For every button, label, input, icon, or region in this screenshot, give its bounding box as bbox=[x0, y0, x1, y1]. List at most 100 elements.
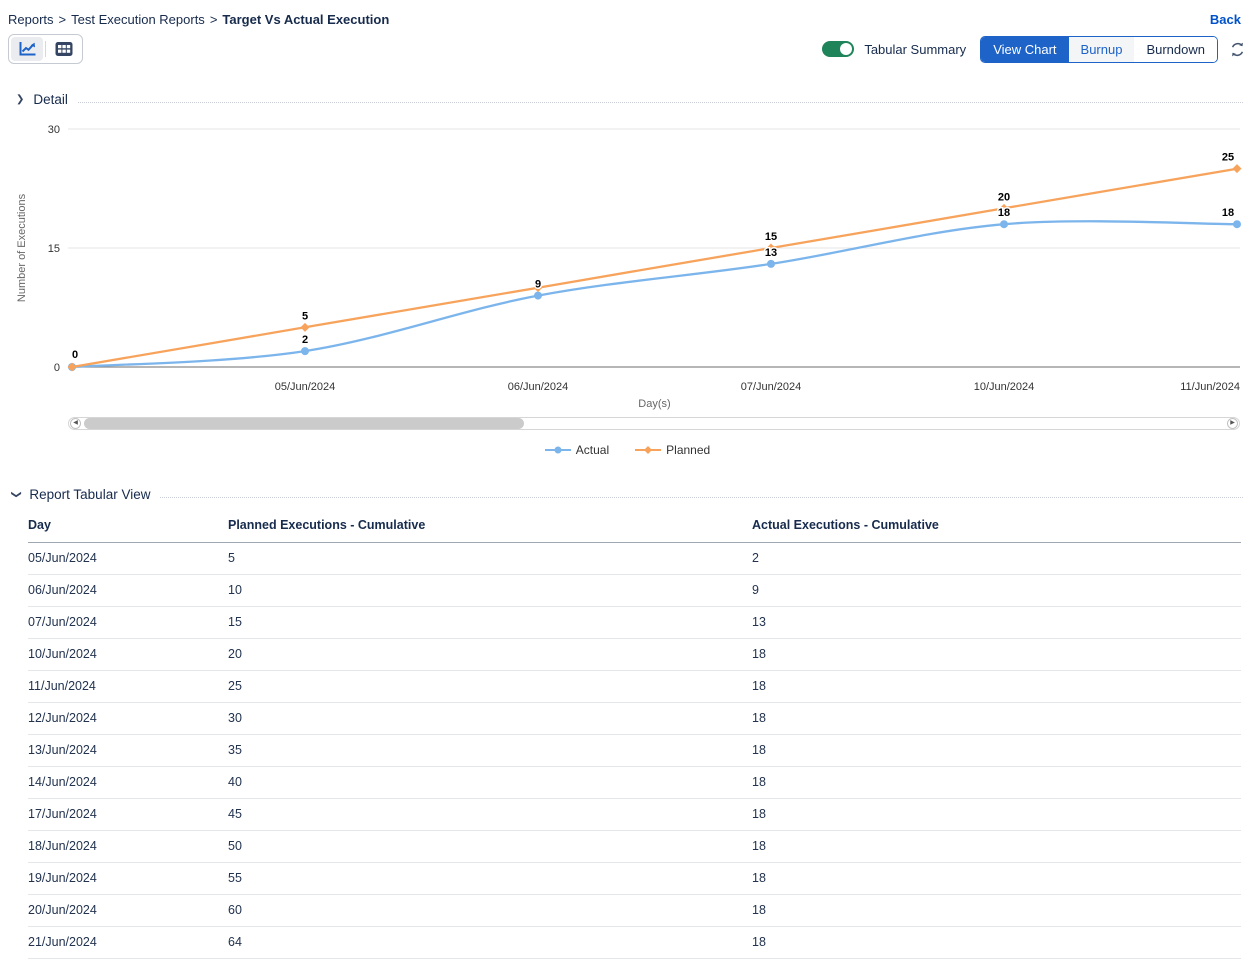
table-row: 07/Jun/20241513 bbox=[28, 607, 1241, 639]
legend-item-actual[interactable]: Actual bbox=[545, 443, 609, 457]
table-cell: 40 bbox=[228, 767, 752, 799]
table-cell: 17/Jun/2024 bbox=[28, 799, 228, 831]
svg-text:2: 2 bbox=[302, 334, 308, 346]
svg-text:10/Jun/2024: 10/Jun/2024 bbox=[974, 381, 1035, 393]
legend-label: Actual bbox=[576, 443, 609, 457]
target-vs-actual-chart[interactable]: 0 15 30 05/Jun/2024 06/Jun/2024 07/Jun/2024 10… bbox=[0, 113, 1255, 413]
svg-text:15: 15 bbox=[765, 231, 777, 243]
svg-text:13: 13 bbox=[765, 247, 777, 259]
table-cell: 9 bbox=[752, 575, 1241, 607]
table-cell: 05/Jun/2024 bbox=[28, 543, 228, 575]
table-cell: 18 bbox=[752, 767, 1241, 799]
table-icon bbox=[55, 41, 73, 57]
svg-text:11/Jun/2024: 11/Jun/2024 bbox=[1180, 381, 1240, 393]
actual-series-marker-icon bbox=[545, 445, 571, 455]
table-cell: 18 bbox=[752, 639, 1241, 671]
chart-scrollbar[interactable]: ◀ ▶ bbox=[68, 417, 1240, 430]
toolbar: Tabular Summary View ChartBurnupBurndown bbox=[0, 27, 1255, 64]
column-header-planned-executions-cumulative: Planned Executions - Cumulative bbox=[228, 512, 752, 543]
legend-label: Planned bbox=[666, 443, 710, 457]
svg-text:18: 18 bbox=[998, 207, 1010, 219]
table-cell: 07/Jun/2024 bbox=[28, 607, 228, 639]
section-divider bbox=[160, 496, 1243, 498]
legend-item-planned[interactable]: Planned bbox=[635, 443, 710, 457]
table-view-button[interactable] bbox=[48, 37, 80, 61]
chart-legend: Actual Planned bbox=[0, 443, 1255, 457]
tabular-view-section-header[interactable]: ❯ Report Tabular View bbox=[0, 487, 1255, 502]
breadcrumb-separator: > bbox=[59, 12, 67, 27]
table-header-row: DayPlanned Executions - CumulativeActual… bbox=[28, 512, 1241, 543]
scrollbar-thumb[interactable] bbox=[84, 418, 524, 429]
table-cell: 60 bbox=[228, 895, 752, 927]
table-cell: 11/Jun/2024 bbox=[28, 671, 228, 703]
table-cell: 30 bbox=[228, 703, 752, 735]
svg-text:07/Jun/2024: 07/Jun/2024 bbox=[741, 381, 802, 393]
chart-view-button[interactable] bbox=[11, 37, 43, 61]
planned-series-marker-icon bbox=[635, 445, 661, 455]
svg-text:06/Jun/2024: 06/Jun/2024 bbox=[508, 381, 569, 393]
report-table: DayPlanned Executions - CumulativeActual… bbox=[28, 512, 1241, 959]
table-row: 17/Jun/20244518 bbox=[28, 799, 1241, 831]
table-cell: 12/Jun/2024 bbox=[28, 703, 228, 735]
svg-text:18: 18 bbox=[1222, 207, 1234, 219]
table-cell: 45 bbox=[228, 799, 752, 831]
table-row: 12/Jun/20243018 bbox=[28, 703, 1241, 735]
top-bar: Reports>Test Execution Reports>Target Vs… bbox=[0, 0, 1255, 27]
table-cell: 21/Jun/2024 bbox=[28, 927, 228, 959]
svg-text:Day(s): Day(s) bbox=[638, 398, 670, 410]
table-cell: 18 bbox=[752, 703, 1241, 735]
table-cell: 25 bbox=[228, 671, 752, 703]
svg-text:0: 0 bbox=[72, 349, 78, 361]
table-row: 19/Jun/20245518 bbox=[28, 863, 1241, 895]
table-row: 13/Jun/20243518 bbox=[28, 735, 1241, 767]
table-cell: 18 bbox=[752, 863, 1241, 895]
table-cell: 50 bbox=[228, 831, 752, 863]
table-row: 06/Jun/2024109 bbox=[28, 575, 1241, 607]
table-cell: 18 bbox=[752, 735, 1241, 767]
chevron-right-icon: ❯ bbox=[16, 94, 24, 105]
table-row: 11/Jun/20242518 bbox=[28, 671, 1241, 703]
table-cell: 18 bbox=[752, 895, 1241, 927]
tabular-view-section-label: Report Tabular View bbox=[29, 487, 150, 502]
svg-text:0: 0 bbox=[54, 362, 60, 374]
toolbar-right: Tabular Summary View ChartBurnupBurndown bbox=[822, 36, 1245, 63]
table-cell: 14/Jun/2024 bbox=[28, 767, 228, 799]
view-button-burndown[interactable]: Burndown bbox=[1134, 37, 1217, 62]
svg-text:30: 30 bbox=[48, 124, 60, 136]
scroll-right-arrow-icon[interactable]: ▶ bbox=[1227, 418, 1238, 429]
breadcrumb-item-reports[interactable]: Reports bbox=[8, 12, 54, 27]
toggle-knob bbox=[840, 43, 852, 55]
table-row: 05/Jun/202452 bbox=[28, 543, 1241, 575]
view-button-burnup[interactable]: Burnup bbox=[1069, 37, 1135, 62]
back-link[interactable]: Back bbox=[1210, 12, 1241, 27]
table-cell: 18 bbox=[752, 831, 1241, 863]
column-header-actual-executions-cumulative: Actual Executions - Cumulative bbox=[752, 512, 1241, 543]
table-cell: 20 bbox=[228, 639, 752, 671]
table-cell: 10/Jun/2024 bbox=[28, 639, 228, 671]
table-cell: 13 bbox=[752, 607, 1241, 639]
breadcrumb-item-test-execution-reports[interactable]: Test Execution Reports bbox=[71, 12, 205, 27]
table-row: 18/Jun/20245018 bbox=[28, 831, 1241, 863]
refresh-button[interactable] bbox=[1230, 42, 1245, 57]
view-button-view-chart[interactable]: View Chart bbox=[981, 37, 1068, 62]
svg-text:05/Jun/2024: 05/Jun/2024 bbox=[275, 381, 336, 393]
svg-text:15: 15 bbox=[48, 243, 60, 255]
detail-section-header[interactable]: ❯ Detail bbox=[0, 92, 1255, 107]
table-row: 14/Jun/20244018 bbox=[28, 767, 1241, 799]
table-cell: 55 bbox=[228, 863, 752, 895]
table-cell: 35 bbox=[228, 735, 752, 767]
table-cell: 2 bbox=[752, 543, 1241, 575]
table-cell: 06/Jun/2024 bbox=[28, 575, 228, 607]
table-row: 20/Jun/20246018 bbox=[28, 895, 1241, 927]
table-cell: 18 bbox=[752, 671, 1241, 703]
breadcrumb-separator: > bbox=[210, 12, 218, 27]
table-cell: 15 bbox=[228, 607, 752, 639]
tabular-summary-label: Tabular Summary bbox=[864, 42, 966, 57]
tabular-summary-toggle[interactable] bbox=[822, 41, 854, 57]
line-chart-icon bbox=[17, 40, 37, 58]
view-mode-switcher bbox=[8, 34, 83, 64]
svg-text:25: 25 bbox=[1222, 152, 1234, 164]
table-cell: 20/Jun/2024 bbox=[28, 895, 228, 927]
scroll-left-arrow-icon[interactable]: ◀ bbox=[70, 418, 81, 429]
table-cell: 64 bbox=[228, 927, 752, 959]
